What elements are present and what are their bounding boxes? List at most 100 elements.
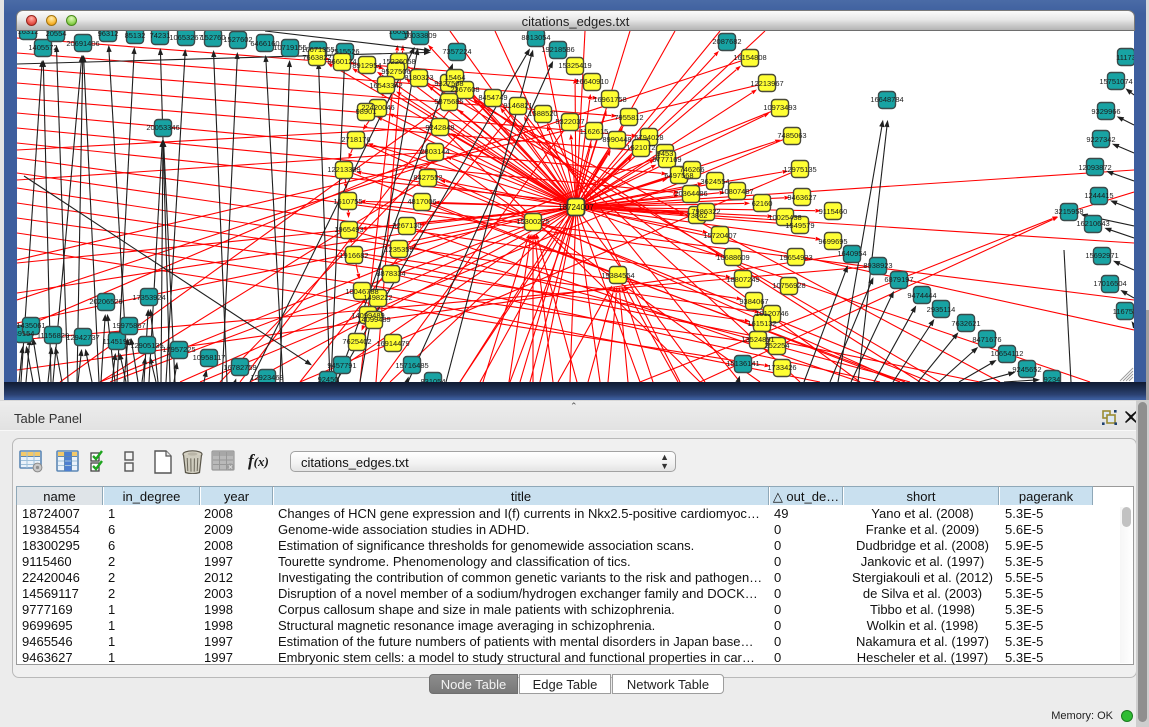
svg-text:1498222: 1498222 [363, 293, 392, 302]
svg-text:7955812: 7955812 [614, 113, 643, 122]
svg-text:15300275: 15300275 [516, 217, 549, 226]
svg-text:9115460: 9115460 [819, 207, 848, 216]
svg-text:74231: 74231 [150, 31, 171, 40]
svg-text:10120746: 10120746 [755, 309, 788, 318]
svg-text:7625402: 7625402 [342, 337, 371, 346]
svg-text:12942737: 12942737 [66, 333, 99, 342]
svg-text:5322037: 5322037 [555, 117, 584, 126]
svg-text:12905135: 12905135 [130, 341, 163, 350]
svg-text:3215958: 3215958 [1054, 207, 1083, 216]
svg-text:19975867: 19975867 [112, 321, 145, 330]
svg-text:15692971: 15692971 [1085, 251, 1118, 260]
svg-text:12213967: 12213967 [750, 79, 783, 88]
svg-text:7986322: 7986322 [691, 207, 720, 216]
svg-text:9329966: 9329966 [1091, 107, 1120, 116]
svg-text:2718176: 2718176 [341, 135, 370, 144]
svg-text:746266: 746266 [679, 165, 704, 174]
svg-text:10688609: 10688609 [716, 253, 749, 262]
svg-text:8813054: 8813054 [521, 33, 550, 42]
svg-text:1435061: 1435061 [17, 321, 46, 330]
svg-text:18807249: 18807249 [726, 275, 759, 284]
svg-text:15716485: 15716485 [395, 361, 428, 370]
svg-text:12093872: 12093872 [1078, 163, 1111, 172]
svg-text:17353924: 17353924 [132, 293, 165, 302]
svg-text:16782759: 16782759 [223, 363, 256, 372]
svg-text:16154808: 16154808 [733, 53, 766, 62]
svg-text:5875685: 5875685 [434, 97, 463, 106]
svg-text:9699695: 9699695 [818, 237, 847, 246]
svg-text:9474444: 9474444 [907, 291, 936, 300]
svg-text:16914479: 16914479 [376, 339, 409, 348]
svg-text:12975135: 12975135 [783, 165, 816, 174]
svg-text:8878334: 8878334 [376, 269, 405, 278]
svg-text:2935114: 2935114 [927, 305, 956, 314]
svg-text:12923468: 12923468 [250, 373, 283, 382]
svg-text:19384554: 19384554 [601, 271, 634, 280]
svg-text:7357224: 7357224 [442, 47, 471, 56]
svg-text:10756928: 10756928 [772, 281, 805, 290]
svg-text:16648784: 16648784 [870, 95, 903, 104]
svg-text:1965493: 1965493 [334, 225, 363, 234]
svg-text:17957225: 17957225 [162, 345, 195, 354]
svg-text:3624554: 3624554 [700, 177, 729, 186]
svg-text:8180323: 8180323 [404, 73, 433, 82]
svg-text:17016504: 17016504 [1093, 279, 1126, 288]
svg-text:4817006: 4817006 [407, 197, 436, 206]
svg-text:9234: 9234 [1044, 375, 1061, 382]
svg-text:16640910: 16640910 [575, 77, 608, 86]
svg-text:2803144: 2803144 [420, 147, 449, 156]
svg-text:11156829: 11156829 [37, 331, 69, 340]
svg-text:16210643: 16210643 [1076, 219, 1109, 228]
svg-text:20364486: 20364486 [674, 189, 707, 198]
svg-text:9384067: 9384067 [739, 297, 768, 306]
svg-text:6794028: 6794028 [634, 133, 663, 142]
svg-text:1145194: 1145194 [103, 337, 132, 346]
svg-text:152760: 152760 [200, 33, 225, 42]
svg-text:7632621: 7632621 [951, 319, 980, 328]
svg-text:1610755: 1610755 [333, 197, 362, 206]
svg-text:9463627: 9463627 [787, 193, 816, 202]
svg-text:15720407: 15720407 [703, 231, 736, 240]
svg-text:16961758: 16961758 [593, 95, 626, 104]
svg-text:3267130: 3267130 [392, 221, 421, 230]
svg-text:15751074: 15751074 [1099, 77, 1132, 86]
svg-text:8938923: 8938923 [863, 261, 892, 270]
svg-text:1640954: 1640954 [837, 249, 866, 258]
svg-text:20053346: 20053346 [146, 123, 179, 132]
svg-text:85132: 85132 [125, 31, 146, 40]
svg-text:14099489: 14099489 [357, 315, 390, 324]
svg-text:16543342: 16543342 [369, 81, 402, 90]
svg-text:9227342: 9227342 [1086, 135, 1115, 144]
svg-text:1588520: 1588520 [528, 109, 557, 118]
svg-text:15136141: 15136141 [726, 359, 759, 368]
svg-text:20691406: 20691406 [66, 39, 99, 48]
svg-text:1244415: 1244415 [1084, 191, 1113, 200]
svg-text:19654923: 19654923 [779, 253, 812, 262]
svg-text:19218586: 19218586 [541, 45, 574, 54]
svg-text:8912954: 8912954 [352, 61, 381, 70]
svg-text:10807487: 10807487 [720, 187, 753, 196]
svg-text:1527602: 1527602 [223, 35, 252, 44]
svg-text:6879197: 6879197 [884, 275, 913, 284]
svg-text:18724007: 18724007 [558, 203, 594, 212]
svg-text:2367608: 2367608 [450, 85, 479, 94]
svg-text:1621072: 1621072 [626, 143, 655, 152]
svg-text:7485063: 7485063 [777, 131, 806, 140]
svg-text:62160: 62160 [752, 199, 773, 208]
svg-text:16033809: 16033809 [403, 31, 436, 40]
svg-text:9457791: 9457791 [327, 361, 356, 370]
svg-text:9245652: 9245652 [1012, 365, 1041, 374]
svg-text:1733426: 1733426 [767, 363, 796, 372]
svg-text:16312: 16312 [18, 31, 39, 36]
svg-text:1405572: 1405572 [28, 43, 57, 52]
svg-text:11173: 11173 [1116, 53, 1134, 62]
svg-text:10653267: 10653267 [169, 33, 202, 42]
svg-text:116753: 116753 [1113, 307, 1134, 316]
svg-text:10973493: 10973493 [763, 103, 796, 112]
svg-text:8427552: 8427552 [413, 173, 442, 182]
svg-text:39154: 39154 [17, 329, 34, 338]
svg-text:15226058: 15226058 [382, 57, 415, 66]
svg-text:831054: 831054 [420, 377, 445, 382]
svg-text:2087682: 2087682 [712, 37, 741, 46]
svg-text:8471676: 8471676 [972, 335, 1001, 344]
